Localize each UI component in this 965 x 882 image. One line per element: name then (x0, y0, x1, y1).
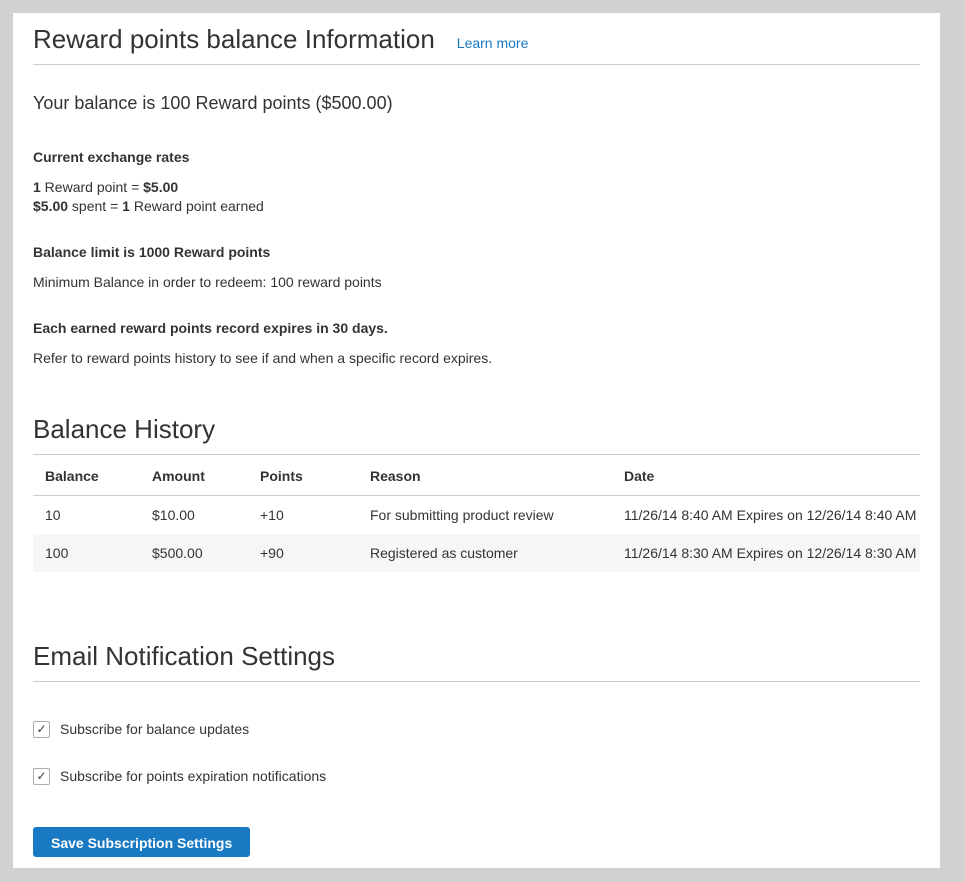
cell-amount: $500.00 (140, 534, 248, 572)
save-subscription-button[interactable]: Save Subscription Settings (33, 827, 250, 857)
cell-balance: 100 (33, 534, 140, 572)
reward-points-card: Reward points balance Information Learn … (13, 13, 940, 868)
header-divider (33, 64, 920, 65)
balance-summary: Your balance is 100 Reward points ($500.… (33, 93, 920, 114)
checkmark-icon: ✓ (36, 723, 46, 735)
expiry-note-text: Refer to reward points history to see if… (33, 350, 920, 366)
col-header-points: Points (248, 454, 358, 495)
rate-line-points-to-money: 1 Reward point = $5.00 (33, 179, 178, 195)
cell-points: +90 (248, 534, 358, 572)
exchange-rates: 1 Reward point = $5.00 $5.00 spent = 1 R… (33, 178, 920, 216)
cell-reason: Registered as customer (358, 534, 612, 572)
balance-history-table: Balance Amount Points Reason Date 10 $10… (33, 454, 920, 572)
subscribe-expiration-checkbox[interactable]: ✓ (33, 768, 50, 785)
table-row: 10 $10.00 +10 For submitting product rev… (33, 495, 920, 534)
checkmark-icon: ✓ (36, 770, 46, 782)
rate2-money-value: $5.00 (33, 198, 68, 214)
minimum-balance-text: Minimum Balance in order to redeem: 100 … (33, 274, 920, 290)
rate2-points-value: 1 (122, 198, 130, 214)
page-title: Reward points balance Information (33, 25, 435, 55)
rate1-points-value: 1 (33, 179, 41, 195)
table-row: 100 $500.00 +90 Registered as customer 1… (33, 534, 920, 572)
cell-points: +10 (248, 495, 358, 534)
rate2-text: spent = (68, 198, 122, 214)
rate1-text: Reward point = (41, 179, 143, 195)
page-header: Reward points balance Information Learn … (33, 25, 920, 55)
table-header-row: Balance Amount Points Reason Date (33, 454, 920, 495)
rate2-suffix: Reward point earned (130, 198, 264, 214)
subscribe-balance-option: ✓ Subscribe for balance updates (33, 721, 920, 738)
cell-date: 11/26/14 8:40 AM Expires on 12/26/14 8:4… (612, 495, 920, 534)
cell-amount: $10.00 (140, 495, 248, 534)
subscribe-balance-label[interactable]: Subscribe for balance updates (60, 721, 249, 737)
col-header-date: Date (612, 454, 920, 495)
cell-reason: For submitting product review (358, 495, 612, 534)
exchange-rates-heading: Current exchange rates (33, 149, 920, 165)
subscribe-balance-checkbox[interactable]: ✓ (33, 721, 50, 738)
subscribe-expiration-label[interactable]: Subscribe for points expiration notifica… (60, 768, 326, 784)
col-header-amount: Amount (140, 454, 248, 495)
email-settings-title: Email Notification Settings (33, 642, 920, 672)
col-header-reason: Reason (358, 454, 612, 495)
balance-limit-text: Balance limit is 1000 Reward points (33, 244, 920, 260)
cell-balance: 10 (33, 495, 140, 534)
balance-history-title: Balance History (33, 415, 920, 445)
cell-date: 11/26/14 8:30 AM Expires on 12/26/14 8:3… (612, 534, 920, 572)
rate-line-money-to-points: $5.00 spent = 1 Reward point earned (33, 198, 264, 214)
subscribe-expiration-option: ✓ Subscribe for points expiration notifi… (33, 768, 920, 785)
rate1-money-value: $5.00 (143, 179, 178, 195)
expiry-text: Each earned reward points record expires… (33, 320, 920, 336)
col-header-balance: Balance (33, 454, 140, 495)
learn-more-link[interactable]: Learn more (457, 35, 529, 51)
email-settings-divider (33, 681, 920, 682)
